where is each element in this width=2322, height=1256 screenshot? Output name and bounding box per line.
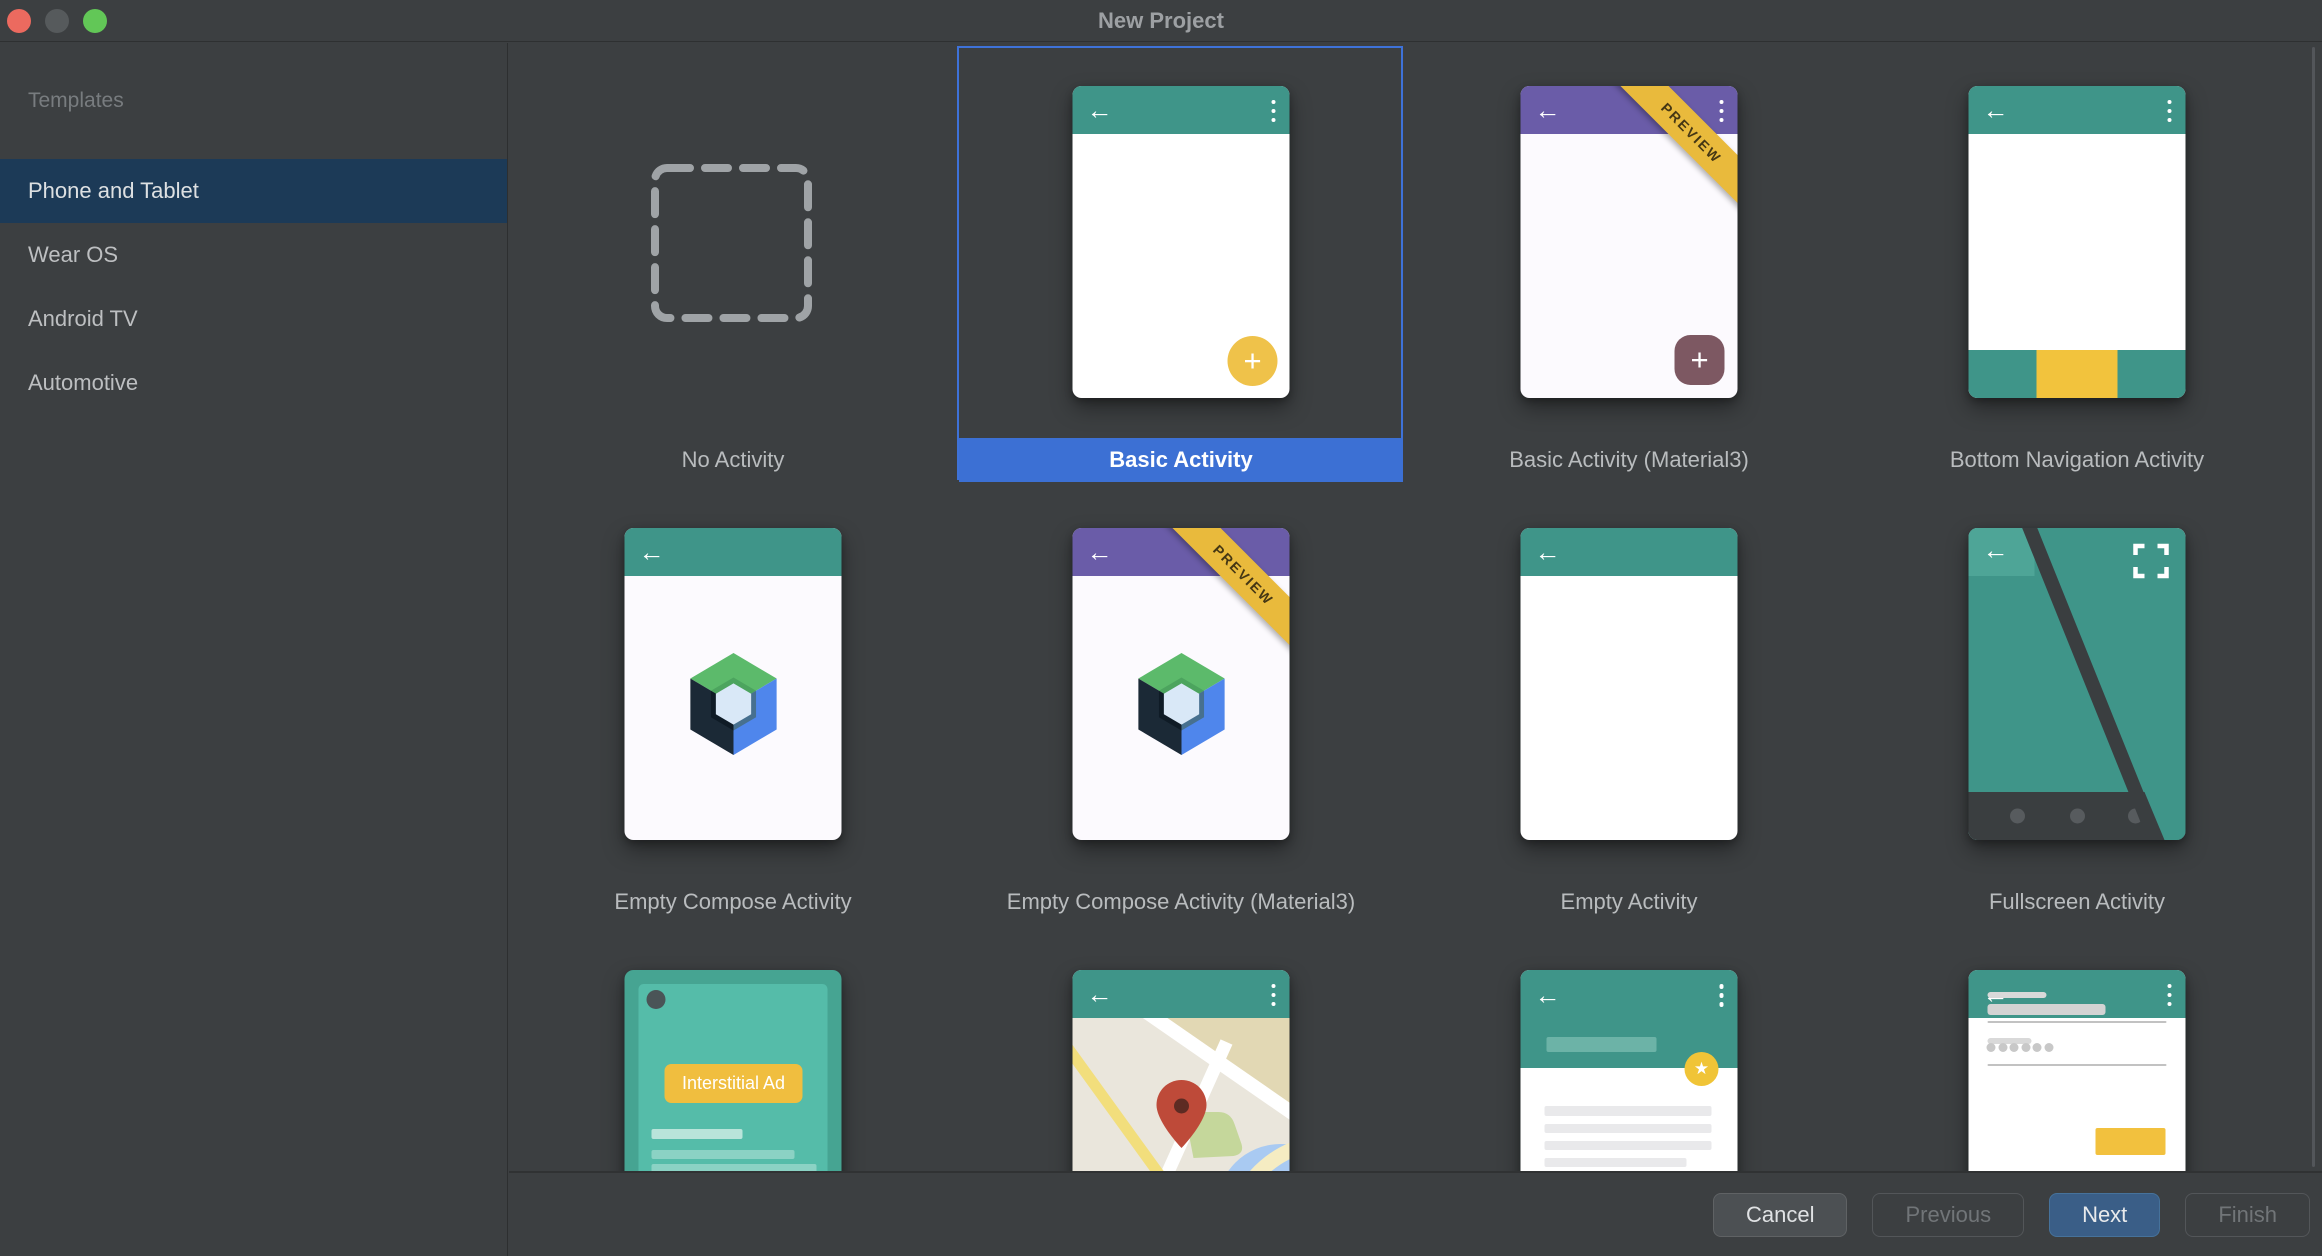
thumbnail-appbar: ← xyxy=(1969,86,2186,134)
template-card-basic-activity[interactable]: ← + Basic Activity xyxy=(957,45,1405,487)
empty-compose-material3-thumbnail: ← PREVIEW xyxy=(1073,528,1290,840)
password-dots xyxy=(1987,1043,2054,1052)
dialog-footer: Cancel Previous Next Finish xyxy=(509,1171,2322,1256)
form-input-placeholder xyxy=(1988,1004,2106,1015)
template-label: Bottom Navigation Activity xyxy=(1853,438,2301,482)
basic-activity-material3-thumbnail: ← PREVIEW + xyxy=(1521,86,1738,398)
template-label: Empty Compose Activity (Material3) xyxy=(957,880,1405,924)
fullscreen-activity-thumbnail: ← xyxy=(1969,528,2186,840)
close-window-icon[interactable] xyxy=(7,9,31,33)
empty-compose-thumbnail: ← xyxy=(625,528,842,840)
input-underline xyxy=(1988,1064,2167,1066)
kebab-menu-icon xyxy=(1719,98,1724,123)
scrollbar[interactable] xyxy=(2312,47,2315,1167)
plus-fab-icon: + xyxy=(1228,336,1278,386)
template-card-no-activity[interactable]: No Activity xyxy=(509,45,957,487)
placeholder-line xyxy=(1545,1106,1712,1116)
compose-logo-icon xyxy=(684,651,782,757)
zoom-window-icon[interactable] xyxy=(83,9,107,33)
sidebar-item-phone-and-tablet[interactable]: Phone and Tablet xyxy=(0,159,507,223)
empty-activity-thumbnail: ← xyxy=(1521,528,1738,840)
placeholder-line xyxy=(1545,1124,1712,1133)
sidebar-item-android-tv[interactable]: Android TV xyxy=(0,287,507,351)
title-placeholder-bar xyxy=(1547,1037,1657,1052)
back-arrow-icon: ← xyxy=(1535,539,1561,565)
placeholder-line xyxy=(1545,1141,1712,1150)
templates-sidebar: Templates Phone and Tablet Wear OS Andro… xyxy=(0,43,508,1256)
sidebar-heading: Templates xyxy=(0,43,507,159)
star-fab-icon: ★ xyxy=(1685,1052,1719,1086)
template-card-basic-activity-material3[interactable]: ← PREVIEW + Basic Activity (Material3) xyxy=(1405,45,1853,487)
bottom-navigation-thumbnail: ← xyxy=(1969,86,2186,398)
thumbnail-appbar: ← xyxy=(625,528,842,576)
thumbnail-appbar: ← xyxy=(1073,86,1290,134)
scrolling-thumbnail: ← ★ xyxy=(1521,970,1738,1171)
template-gallery-viewport: No Activity ← + Basic Activity xyxy=(509,43,2322,1171)
template-grid: No Activity ← + Basic Activity xyxy=(509,45,2301,1171)
template-card-google-maps-activity[interactable]: ← xyxy=(957,929,1405,1171)
template-label: No Activity xyxy=(509,438,957,482)
form-label-placeholder xyxy=(1988,992,2047,998)
template-label: Basic Activity (Material3) xyxy=(1405,438,1853,482)
admob-thumbnail: Interstitial Ad xyxy=(625,970,842,1171)
minimize-window-icon xyxy=(45,9,69,33)
kebab-menu-icon xyxy=(1719,982,1724,1007)
dialog-title: New Project xyxy=(1098,8,1224,34)
sidebar-item-wear-os[interactable]: Wear OS xyxy=(0,223,507,287)
window-controls xyxy=(7,9,107,33)
template-label: Basic Activity xyxy=(959,438,1403,482)
kebab-menu-icon xyxy=(2167,982,2172,1007)
back-arrow-icon: ← xyxy=(1087,97,1113,123)
plus-fab-icon: + xyxy=(1675,335,1725,385)
kebab-menu-icon xyxy=(1271,98,1276,123)
template-card-scrolling-activity[interactable]: ← ★ xyxy=(1405,929,1853,1171)
placeholder-line xyxy=(1545,1158,1687,1167)
thumbnail-appbar: ← xyxy=(1521,528,1738,576)
next-button[interactable]: Next xyxy=(2049,1193,2160,1237)
maps-thumbnail: ← xyxy=(1073,970,1290,1171)
template-gallery: No Activity ← + Basic Activity xyxy=(509,43,2322,1256)
back-arrow-icon: ← xyxy=(1535,97,1561,123)
placeholder-line xyxy=(652,1129,743,1139)
template-label: Empty Activity xyxy=(1405,880,1853,924)
cancel-button[interactable]: Cancel xyxy=(1713,1193,1847,1237)
placeholder-line xyxy=(652,1150,795,1159)
new-project-dialog: New Project Templates Phone and Tablet W… xyxy=(0,0,2322,1256)
template-card-fullscreen-activity[interactable]: ← Fullscreen Activity xyxy=(1853,487,2301,929)
sidebar-item-automotive[interactable]: Automotive xyxy=(0,351,507,415)
kebab-menu-icon xyxy=(1271,982,1276,1007)
basic-activity-thumbnail: ← + xyxy=(1073,86,1290,398)
back-arrow-icon: ← xyxy=(1535,982,1561,1008)
fullscreen-thumbnail-art xyxy=(1969,528,2186,840)
template-card-empty-activity[interactable]: ← Empty Activity xyxy=(1405,487,1853,929)
template-label: Fullscreen Activity xyxy=(1853,880,2301,924)
login-button-placeholder xyxy=(2096,1128,2166,1155)
login-thumbnail: ← xyxy=(1969,970,2186,1171)
template-card-bottom-navigation-activity[interactable]: ← Bottom Navigation Activity xyxy=(1853,45,2301,487)
dashed-placeholder-icon xyxy=(650,161,816,327)
template-card-login-activity[interactable]: ← xyxy=(1853,929,2301,1171)
compose-logo-icon xyxy=(1132,651,1230,757)
back-arrow-icon: ← xyxy=(1983,537,2009,563)
placeholder-line xyxy=(652,1164,817,1171)
interstitial-ad-button: Interstitial Ad xyxy=(665,1064,803,1103)
ad-close-circle-icon xyxy=(647,990,666,1009)
template-label: Empty Compose Activity xyxy=(509,880,957,924)
bottom-nav-bar xyxy=(1969,350,2186,398)
map-art xyxy=(1073,1018,1290,1171)
dialog-titlebar: New Project xyxy=(0,0,2322,42)
thumbnail-appbar: ← xyxy=(1073,970,1290,1018)
template-card-admob-ads-activity[interactable]: Interstitial Ad xyxy=(509,929,957,1171)
back-arrow-icon: ← xyxy=(1983,97,2009,123)
back-arrow-icon: ← xyxy=(1087,981,1113,1007)
input-underline xyxy=(1988,1021,2167,1023)
template-card-empty-compose-activity[interactable]: ← Empty Compose Activity xyxy=(509,487,957,929)
kebab-menu-icon xyxy=(2167,98,2172,123)
back-arrow-icon: ← xyxy=(1087,539,1113,565)
previous-button: Previous xyxy=(1872,1193,2024,1237)
back-arrow-icon: ← xyxy=(639,539,665,565)
finish-button: Finish xyxy=(2185,1193,2310,1237)
template-card-empty-compose-activity-material3[interactable]: ← PREVIEW Empty Compose xyxy=(957,487,1405,929)
